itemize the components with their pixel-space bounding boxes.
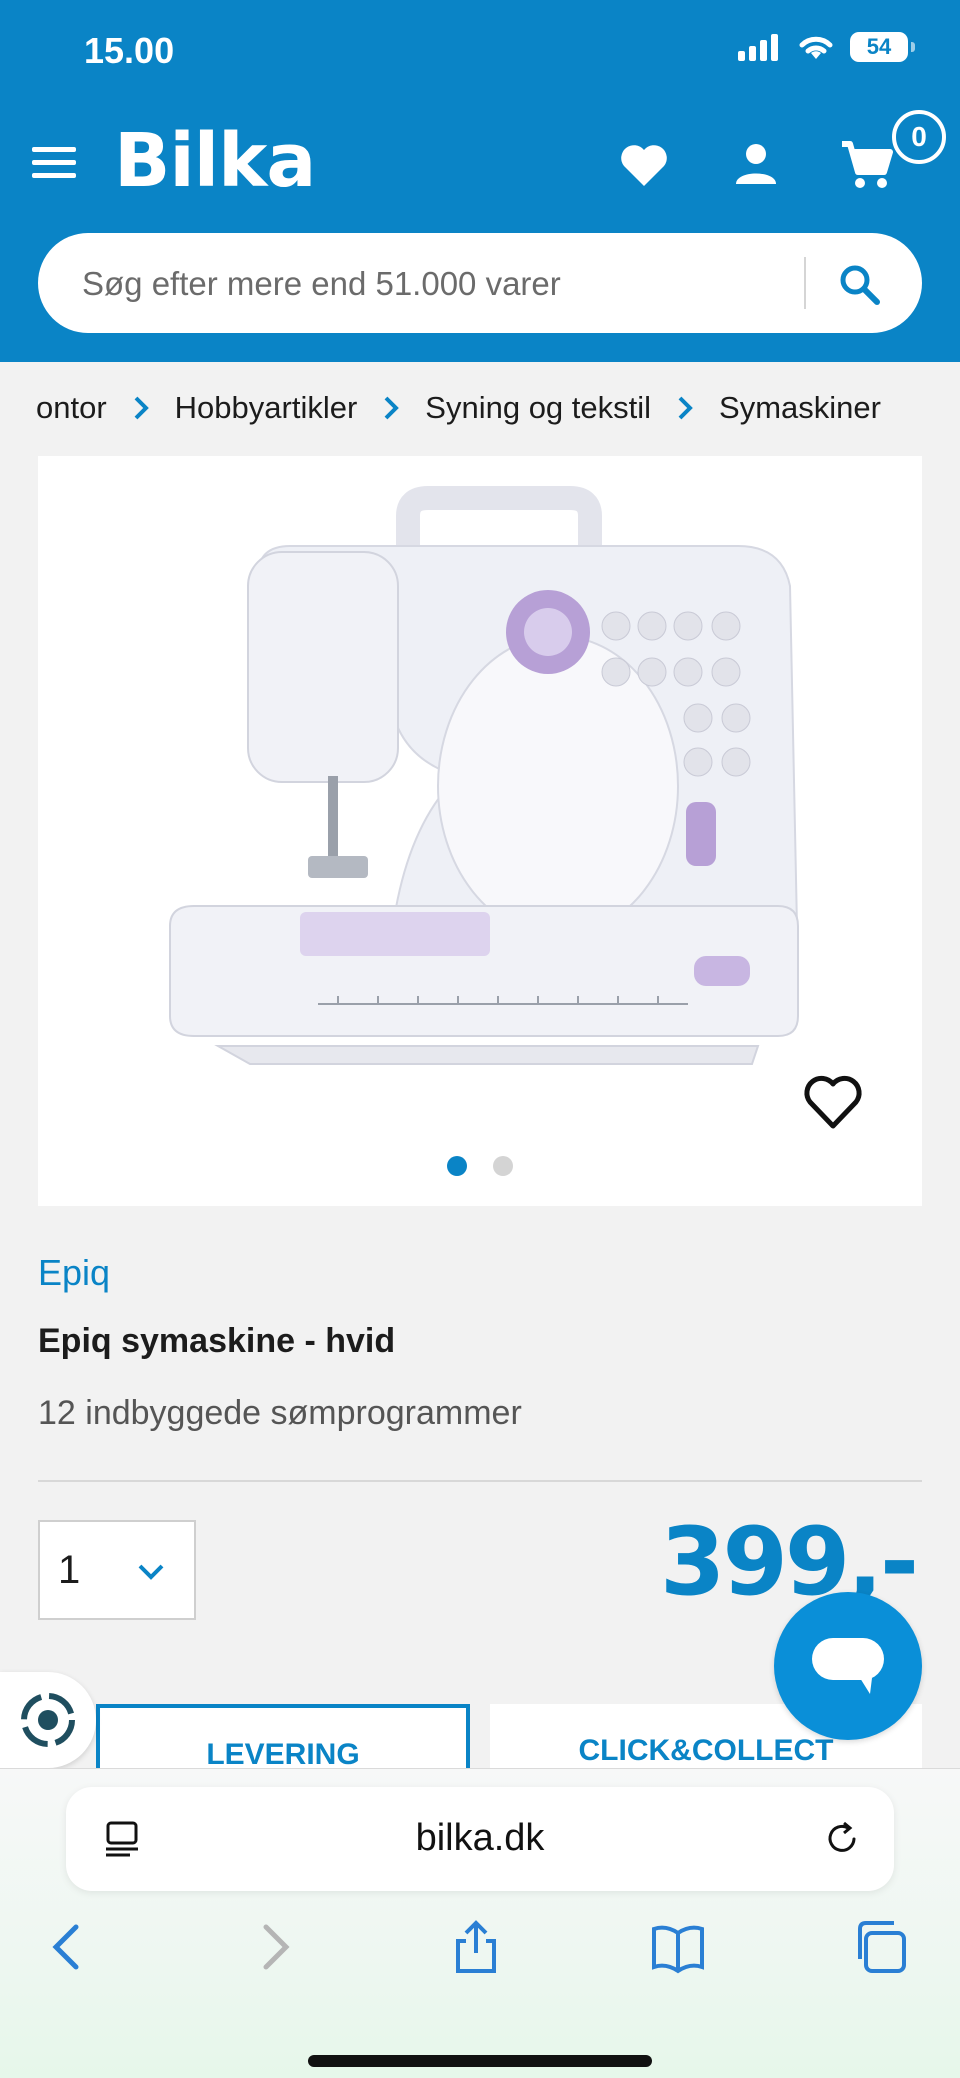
product-image-gallery[interactable] — [38, 456, 922, 1206]
chevron-right-icon — [384, 396, 400, 420]
gallery-dot[interactable] — [493, 1156, 513, 1176]
heart-icon[interactable] — [616, 136, 672, 192]
breadcrumb-item[interactable]: Hobbyartikler — [175, 390, 358, 426]
search-icon — [840, 265, 880, 305]
browser-toolbar: bilka.dk — [0, 1768, 960, 2078]
breadcrumb-item[interactable]: Symaskiner — [719, 390, 881, 426]
eco-badge[interactable] — [0, 1672, 96, 1768]
chevron-right-icon — [678, 396, 693, 420]
tab-levering[interactable]: LEVERING — [96, 1704, 470, 1768]
signal-icon — [738, 34, 778, 61]
quantity-select[interactable]: 1 — [38, 1520, 196, 1620]
product-subtitle: 12 indbyggede sømprogrammer — [38, 1394, 522, 1432]
wishlist-heart-icon[interactable] — [798, 1066, 868, 1136]
bilka-logo[interactable]: Bilka — [114, 118, 316, 204]
status-time: 15.00 — [84, 30, 175, 71]
breadcrumb-item[interactable]: Syning og tekstil — [425, 390, 651, 426]
battery-indicator: 54 — [850, 32, 915, 62]
tabs-icon[interactable] — [852, 1919, 908, 1975]
product-brand-link[interactable]: Epiq — [38, 1252, 110, 1294]
search-button[interactable] — [828, 253, 890, 315]
wifi-icon — [799, 36, 833, 59]
breadcrumb-item[interactable]: ontor — [36, 390, 107, 426]
search-bar[interactable]: Søg efter mere end 51.000 varer — [38, 233, 922, 333]
url-text[interactable]: bilka.dk — [66, 1817, 894, 1860]
forward-icon[interactable] — [246, 1919, 302, 1975]
back-icon[interactable] — [40, 1919, 96, 1975]
recycle-icon — [21, 1693, 75, 1747]
chat-button[interactable] — [774, 1592, 922, 1740]
reload-icon[interactable] — [822, 1819, 862, 1859]
cart-icon[interactable] — [838, 136, 894, 192]
site-header: 15.00 54 Bilka 0 Søg efter mere end 51.0… — [0, 0, 960, 362]
share-icon[interactable] — [448, 1919, 504, 1975]
product-image-sewing-machine[interactable] — [38, 456, 922, 1096]
user-icon[interactable] — [728, 136, 784, 192]
search-divider — [804, 257, 806, 309]
chevron-right-icon — [134, 396, 149, 420]
status-icons: 54 — [738, 32, 915, 62]
home-indicator — [308, 2055, 652, 2067]
chat-icon — [812, 1638, 884, 1694]
search-input[interactable]: Søg efter mere end 51.000 varer — [82, 265, 561, 303]
chevron-down-icon — [138, 1564, 164, 1580]
divider — [38, 1480, 922, 1482]
cart-count-badge: 0 — [892, 110, 946, 164]
menu-icon[interactable] — [32, 146, 78, 180]
address-bar[interactable]: bilka.dk — [66, 1787, 894, 1891]
gallery-dot-active[interactable] — [447, 1156, 467, 1176]
bookmarks-icon[interactable] — [650, 1919, 706, 1975]
breadcrumb: ontor Hobbyartikler Syning og tekstil Sy… — [36, 388, 936, 428]
product-title: Epiq symaskine - hvid — [38, 1322, 396, 1360]
gallery-dots — [38, 1156, 922, 1176]
quantity-value: 1 — [58, 1548, 81, 1592]
